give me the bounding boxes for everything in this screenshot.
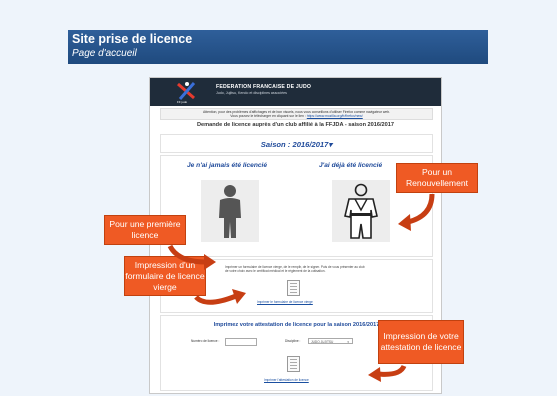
callout-attestation: Impression de votre attestation de licen… (378, 320, 464, 364)
discipline-select[interactable]: JUDO JUJITSU ▾ (308, 338, 353, 344)
discipline-value: JUDO JUJITSU (311, 340, 334, 344)
new-license-title[interactable]: Je n'ai jamais été licencié (187, 162, 267, 169)
new-license-button[interactable] (201, 180, 259, 242)
notice-line-2: Vous pouvez le télécharger en cliquant s… (161, 114, 432, 118)
discipline-label: Discipline : (285, 339, 301, 343)
license-choice-panel: Je n'ai jamais été licencié J'ai déjà ét… (160, 155, 433, 257)
logo-label: FF judo (177, 100, 188, 104)
attestation-document-icon[interactable] (287, 356, 300, 372)
blank-form-text: Imprimer un formulaire de licence vierge… (225, 265, 365, 273)
season-label: Saison : (260, 140, 291, 149)
renewal-button[interactable] (332, 180, 390, 242)
slide: Site prise de licence Page d'accueil FF … (0, 0, 557, 396)
org-name: FEDERATION FRANCAISE DE JUDO (216, 84, 312, 90)
callout-first-license: Pour une première licence (104, 215, 186, 245)
chevron-down-icon[interactable]: ▾ (328, 140, 332, 149)
browser-notice: Attention, pour des problèmes d'affichag… (160, 108, 433, 120)
ffjda-banner: FF judo FEDERATION FRANCAISE DE JUDO Jud… (150, 78, 441, 106)
season-selector[interactable]: Saison : 2016/2017▾ (161, 140, 432, 149)
request-title: Demande de licence auprès d'un club affi… (197, 122, 394, 128)
season-value[interactable]: 2016/2017 (292, 140, 328, 149)
callout-renewal: Pour un Renouvellement (396, 163, 478, 193)
license-number-label: Numéro de licence : (191, 339, 220, 343)
callout-blank-form: Impression d'un formulaire de licence vi… (124, 256, 206, 296)
chevron-down-icon: ▾ (347, 340, 349, 344)
license-number-input[interactable] (225, 338, 257, 346)
notice-line-2-text: Vous pouvez le télécharger en cliquant s… (230, 114, 306, 118)
season-box: Saison : 2016/2017▾ (160, 134, 433, 153)
slide-subtitle: Page d'accueil (72, 48, 137, 59)
slide-header: Site prise de licence Page d'accueil (68, 30, 488, 64)
org-tagline: Judo, Jujitsu, Kendo et disciplines asso… (216, 91, 287, 95)
renewal-title[interactable]: J'ai déjà été licencié (319, 162, 382, 169)
judoka-silhouette-icon (219, 185, 241, 238)
firefox-link[interactable]: https://www.mozilla.org/fr/firefox/new/ (307, 114, 363, 118)
blank-form-link[interactable]: Imprimer le formulaire de licence vierge (257, 300, 313, 304)
attestation-link[interactable]: Imprimer l'attestation de licence (264, 378, 309, 382)
judoka-kimono-icon (344, 183, 378, 239)
slide-title: Site prise de licence (72, 32, 193, 46)
blank-form-document-icon[interactable] (287, 280, 300, 296)
